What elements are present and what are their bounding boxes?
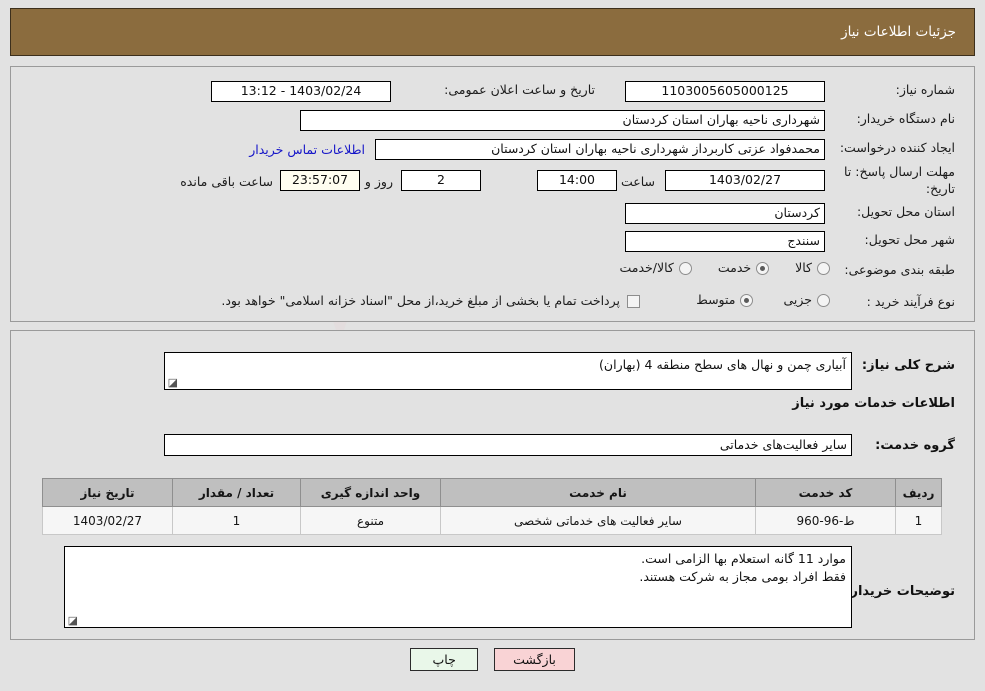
cell-service-name: سایر فعالیت های خدماتی شخصی	[440, 506, 756, 535]
buyer-notes-textarea[interactable]: موارد 11 گانه استعلام بها الزامی است. فق…	[64, 546, 852, 628]
print-button[interactable]: چاپ	[410, 648, 479, 671]
th-service-name: نام خدمت	[440, 478, 756, 507]
category-label-wrap: طبقه بندی موضوعی:	[844, 262, 955, 279]
remaining-days-field: 2	[401, 170, 481, 191]
service-group-label: گروه خدمت:	[875, 438, 955, 453]
radio-label-motevasset: متوسط	[696, 292, 736, 307]
need-desc-textarea[interactable]: آبیاری چمن و نهال های سطح منطقه 4 (بهارا…	[164, 352, 852, 390]
back-button[interactable]: بازگشت	[494, 648, 575, 671]
need-desc-value: آبیاری چمن و نهال های سطح منطقه 4 (بهارا…	[599, 357, 846, 372]
th-quantity: تعداد / مقدار	[172, 478, 301, 507]
cell-need-date: 1403/02/27	[42, 506, 173, 535]
th-need-date: تاریخ نیاز	[42, 478, 173, 507]
radio-icon-kala[interactable]	[817, 261, 830, 275]
category-label: طبقه بندی موضوعی:	[844, 262, 955, 277]
treasury-checkbox-label: پرداخت تمام یا بخشی از مبلغ خرید،از محل …	[221, 293, 620, 308]
page-root: AnaTender .net جزئیات اطلاعات نیاز شماره…	[0, 0, 985, 691]
radio-label-khedmat: خدمت	[717, 260, 752, 275]
creator-label: ایجاد کننده درخواست:	[839, 140, 955, 155]
buyer-notes-line-1: موارد 11 گانه استعلام بها الزامی است.	[641, 551, 846, 566]
buyer-org-label-wrap: نام دستگاه خریدار:	[857, 111, 955, 128]
services-table: ردیف کد خدمت نام خدمت واحد اندازه گیری ت…	[42, 478, 942, 535]
th-unit: واحد اندازه گیری	[300, 478, 441, 507]
radio-label-kala-khedmat: کالا/خدمت	[619, 260, 674, 275]
hour-field[interactable]: 14:00	[537, 170, 617, 191]
radio-label-kala: کالا	[795, 260, 812, 275]
deadline-label: مهلت ارسال پاسخ: تا تاریخ:	[844, 164, 955, 196]
radio-option-khedmat[interactable]: خدمت	[717, 260, 770, 277]
radio-option-kala[interactable]: کالا	[795, 260, 830, 277]
buyer-contact-link[interactable]: اطلاعات تماس خریدار	[249, 142, 365, 157]
page-title-bar: جزئیات اطلاعات نیاز	[10, 8, 975, 56]
need-number-field[interactable]: 1103005605000125	[625, 81, 825, 102]
need-desc-label: شرح کلی نیاز:	[861, 358, 955, 373]
buyer-org-label: نام دستگاه خریدار:	[856, 111, 955, 126]
deadline-label-wrap: مهلت ارسال پاسخ: تا تاریخ:	[830, 164, 955, 198]
radio-option-jozii[interactable]: جزیی	[783, 292, 830, 309]
radio-icon-kala-khedmat[interactable]	[678, 261, 692, 275]
radio-icon-jozii[interactable]	[817, 293, 830, 307]
resize-handle-icon[interactable]: ◪	[168, 377, 178, 388]
creator-label-wrap: ایجاد کننده درخواست:	[840, 140, 955, 157]
radio-icon-khedmat[interactable]	[756, 261, 770, 275]
treasury-checkbox-icon[interactable]	[627, 294, 640, 308]
cell-row-no: 1	[895, 506, 942, 535]
process-label: نوع فرآیند خرید :	[866, 294, 955, 309]
treasury-checkbox-row[interactable]: پرداخت تمام یا بخشی از مبلغ خرید،از محل …	[221, 293, 640, 310]
need-number-row: شماره نیاز:	[896, 82, 955, 99]
buyer-notes-label: توضیحات خریدار:	[845, 584, 955, 599]
remaining-days-label: روز و	[364, 174, 393, 189]
announce-datetime-label-wrap: تاریخ و ساعت اعلان عمومی:	[444, 82, 595, 99]
creator-field[interactable]: محمدفواد عزتی کاربرداز شهرداری ناحیه بها…	[375, 139, 825, 160]
deadline-date-field[interactable]: 1403/02/27	[665, 170, 825, 191]
hour-label: ساعت	[620, 174, 655, 189]
cell-quantity: 1	[172, 506, 301, 535]
city-label: شهر محل تحویل:	[864, 232, 955, 247]
button-bar: بازگشت چاپ	[0, 648, 985, 671]
table-row: 1 ط-96-960 سایر فعالیت های خدماتی شخصی م…	[42, 506, 942, 535]
services-table-wrap: ردیف کد خدمت نام خدمت واحد اندازه گیری ت…	[42, 478, 942, 535]
th-service-code: کد خدمت	[755, 478, 896, 507]
city-field[interactable]: سنندج	[625, 231, 825, 252]
process-label-wrap: نوع فرآیند خرید :	[867, 294, 955, 311]
service-group-field[interactable]: سایر فعالیت‌های خدماتی	[164, 434, 852, 456]
radio-icon-motevasset[interactable]	[740, 293, 754, 307]
radio-label-jozii: جزیی	[783, 292, 812, 307]
province-label-wrap: استان محل تحویل:	[857, 204, 955, 221]
city-label-wrap: شهر محل تحویل:	[865, 232, 955, 249]
need-number-label: شماره نیاز:	[895, 82, 955, 97]
buyer-notes-line-2: فقط افراد بومی مجاز به شرکت هستند.	[639, 569, 846, 585]
radio-option-kala-khedmat[interactable]: کالا/خدمت	[619, 260, 692, 277]
announce-datetime-label: تاریخ و ساعت اعلان عمومی:	[444, 82, 595, 97]
cell-unit: متنوع	[300, 506, 441, 535]
province-field[interactable]: کردستان	[625, 203, 825, 224]
province-label: استان محل تحویل:	[856, 204, 955, 219]
category-radio-group: کالا خدمت کالا/خدمت	[619, 260, 830, 277]
services-section-heading: اطلاعات خدمات مورد نیاز	[792, 396, 955, 411]
buyer-org-field[interactable]: شهرداری ناحیه بهاران استان کردستان	[300, 110, 825, 131]
countdown-field: 23:57:07	[280, 170, 360, 191]
announce-datetime-field[interactable]: 1403/02/24 - 13:12	[211, 81, 391, 102]
resize-handle-icon[interactable]: ◪	[68, 615, 78, 626]
th-row-no: ردیف	[895, 478, 942, 507]
radio-option-motevasset[interactable]: متوسط	[696, 292, 754, 309]
table-header-row: ردیف کد خدمت نام خدمت واحد اندازه گیری ت…	[42, 478, 942, 507]
countdown-label: ساعت باقی مانده	[180, 174, 273, 189]
cell-service-code: ط-96-960	[755, 506, 896, 535]
process-radio-group: جزیی متوسط	[696, 292, 830, 309]
page-title: جزئیات اطلاعات نیاز	[841, 24, 956, 40]
